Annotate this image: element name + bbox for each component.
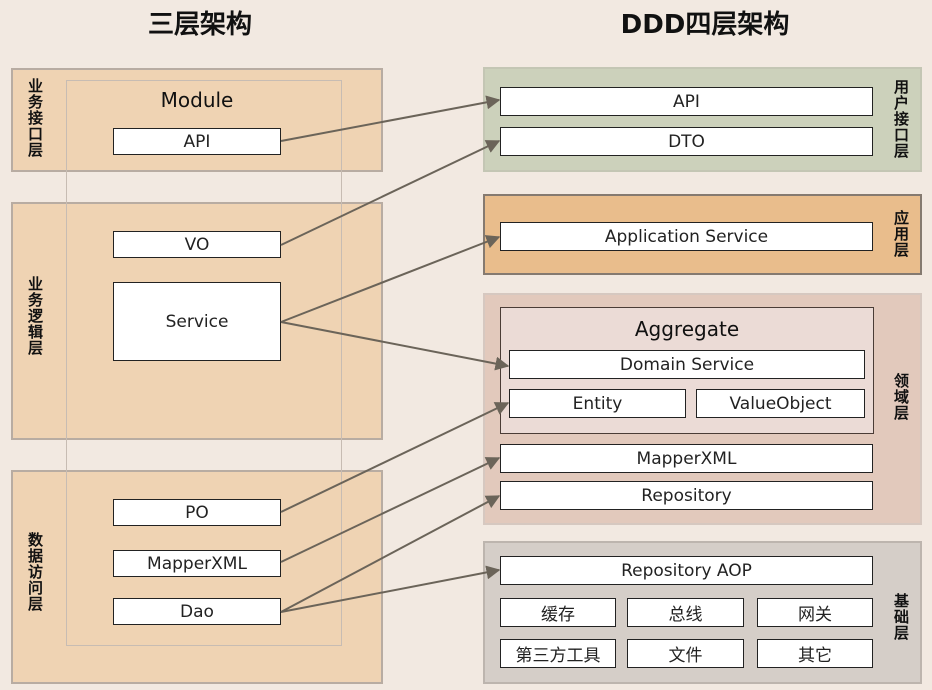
module-label: Module [160,88,234,112]
ddd-api-box: API [500,87,873,116]
repository-box: Repository [500,481,873,510]
service-box: Service [113,282,281,361]
cache-box: 缓存 [500,598,616,627]
three-tier-mapperxml-box: MapperXML [113,550,281,577]
aggregate-label: Aggregate [634,317,740,341]
user-interface-layer: 用户接口层 [483,67,922,172]
ddd-title: DDD四层架构 [620,10,790,40]
application-layer-label: 应用层 [892,210,910,258]
gateway-box: 网关 [757,598,873,627]
business-interface-layer-label: 业务接口层 [26,78,44,158]
user-interface-layer-label: 用户接口层 [892,79,910,159]
domain-layer-label: 领域层 [892,373,910,421]
po-box: PO [113,499,281,526]
infrastructure-layer-label: 基础层 [892,593,910,641]
entity-box: Entity [509,389,686,418]
file-box: 文件 [627,639,744,668]
repository-aop-box: Repository AOP [500,556,873,585]
bus-box: 总线 [627,598,744,627]
dto-box: DTO [500,127,873,156]
dao-box: Dao [113,598,281,625]
data-access-layer-label: 数据访问层 [26,532,44,612]
ddd-mapperxml-box: MapperXML [500,444,873,473]
three-tier-api-box: API [113,128,281,155]
three-tier-title: 三层架构 [147,10,252,40]
business-logic-layer-label: 业务逻辑层 [26,276,44,356]
domain-service-box: Domain Service [509,350,865,379]
third-party-tools-box: 第三方工具 [500,639,616,668]
valueobject-box: ValueObject [696,389,865,418]
vo-box: VO [113,231,281,258]
others-box: 其它 [757,639,873,668]
application-service-box: Application Service [500,222,873,251]
